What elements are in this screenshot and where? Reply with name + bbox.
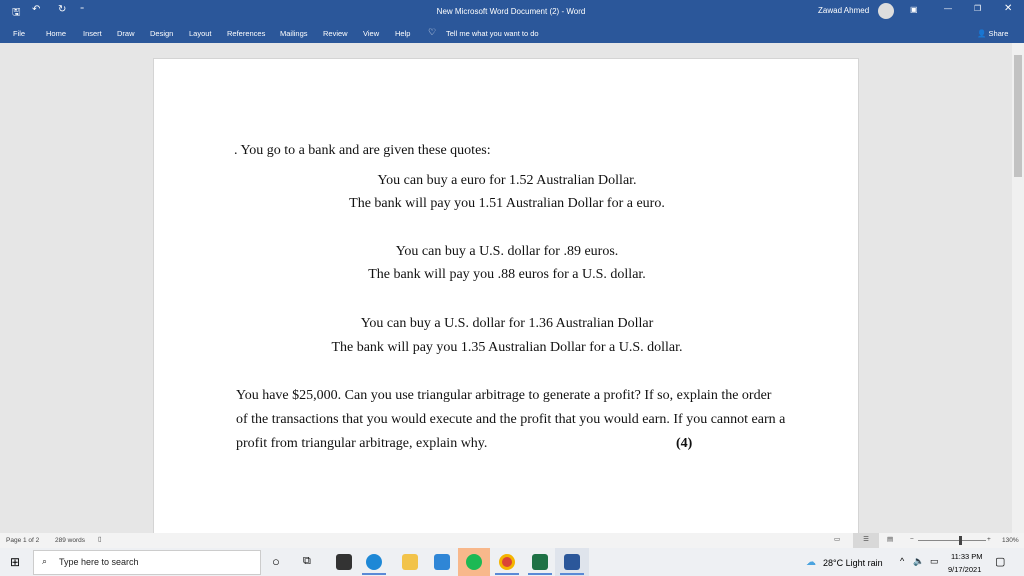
customize-qat-icon[interactable]: ⁼: [80, 5, 84, 14]
document-page[interactable]: . You go to a bank and are given these q…: [153, 58, 859, 533]
network-icon[interactable]: ▭: [930, 556, 939, 567]
close-icon[interactable]: ✕: [1004, 3, 1012, 14]
zoom-level[interactable]: 130%: [1002, 537, 1019, 544]
lightbulb-icon: ♡: [428, 27, 437, 37]
tab-view[interactable]: View: [363, 29, 379, 38]
volume-icon[interactable]: 🔈: [913, 556, 924, 567]
tab-insert[interactable]: Insert: [83, 29, 102, 38]
word-count[interactable]: 289 words: [55, 537, 85, 544]
tab-references[interactable]: References: [227, 29, 265, 38]
weather-icon: ☁: [806, 557, 816, 568]
save-icon[interactable]: 🖫: [12, 5, 21, 22]
share-button[interactable]: 👤 Share: [977, 29, 1008, 38]
quote-line: You can buy a U.S. dollar for 1.36 Austr…: [360, 316, 654, 331]
taskbar-search[interactable]: ⌕ Type here to search: [33, 550, 261, 575]
quote-line: You can buy a euro for 1.52 Australian D…: [377, 173, 637, 188]
print-layout-icon[interactable]: ☰: [853, 533, 879, 548]
proofing-icon[interactable]: ▯: [98, 535, 102, 543]
quote-line: You can buy a U.S. dollar for .89 euros.: [395, 244, 619, 259]
mail-icon[interactable]: [434, 554, 450, 570]
task-view-icon[interactable]: ⧉: [303, 555, 311, 568]
cortana-icon[interactable]: ○: [272, 554, 280, 569]
quote-line: The bank will pay you 1.51 Australian Do…: [349, 196, 665, 211]
ribbon-tabs: File Home Insert Draw Design Layout Refe…: [0, 22, 1024, 43]
edge-icon[interactable]: [366, 554, 382, 570]
web-layout-icon[interactable]: ▤: [887, 535, 893, 543]
share-label: Share: [988, 29, 1009, 38]
zoom-in-button[interactable]: +: [987, 536, 991, 543]
page-count[interactable]: Page 1 of 2: [6, 537, 39, 544]
clock-date[interactable]: 9/17/2021: [948, 565, 981, 574]
quote-line: The bank will pay you .88 euros for a U.…: [368, 267, 646, 282]
tab-home[interactable]: Home: [46, 29, 66, 38]
redo-icon[interactable]: ↻: [58, 4, 66, 15]
tab-help[interactable]: Help: [395, 29, 410, 38]
tab-layout[interactable]: Layout: [189, 29, 212, 38]
tab-mailings[interactable]: Mailings: [280, 29, 308, 38]
quote-line: The bank will pay you 1.35 Australian Do…: [331, 340, 683, 355]
zoom-slider[interactable]: [918, 540, 986, 541]
clock-time[interactable]: 11:33 PM: [951, 552, 983, 561]
zoom-out-button[interactable]: −: [910, 536, 914, 543]
tab-review[interactable]: Review: [323, 29, 348, 38]
ribbon-display-icon[interactable]: ▣: [910, 5, 918, 14]
tell-me-search[interactable]: Tell me what you want to do: [446, 29, 539, 38]
tab-file[interactable]: File: [13, 29, 25, 38]
intro-text: . You go to a bank and are given these q…: [234, 143, 491, 158]
notification-icon[interactable]: ▢: [995, 555, 1005, 568]
minimize-icon[interactable]: —: [944, 4, 952, 13]
undo-icon[interactable]: ↶: [32, 4, 40, 15]
restore-icon[interactable]: ❐: [974, 4, 981, 13]
read-mode-icon[interactable]: ▭: [834, 535, 840, 543]
spotify-icon[interactable]: [466, 554, 482, 570]
user-name[interactable]: Zawad Ahmed: [818, 6, 869, 15]
show-hidden-icons[interactable]: ^: [900, 556, 904, 566]
zoom-slider-thumb[interactable]: [958, 536, 962, 545]
question-line: profit from triangular arbitrage, explai…: [236, 436, 488, 451]
search-icon: ⌕: [42, 556, 48, 566]
tab-design[interactable]: Design: [150, 29, 173, 38]
status-bar: Page 1 of 2 289 words ▯ ▭ ☰ ▤ − + 130%: [0, 533, 1024, 548]
weather-text[interactable]: 28°C Light rain: [823, 558, 883, 568]
marks: (4): [676, 436, 693, 451]
chrome-icon[interactable]: [499, 554, 515, 570]
question-line: of the transactions that you would execu…: [236, 412, 786, 427]
avatar[interactable]: [878, 3, 894, 19]
tab-draw[interactable]: Draw: [117, 29, 135, 38]
title-bar: 🖫 ↶ ↻ ⁼ New Microsoft Word Document (2) …: [0, 0, 1024, 22]
excel-icon[interactable]: [532, 554, 548, 570]
store-icon[interactable]: [336, 554, 352, 570]
word-icon[interactable]: [564, 554, 580, 570]
search-placeholder: Type here to search: [59, 557, 139, 567]
window-title: New Microsoft Word Document (2) - Word: [436, 7, 586, 16]
windows-start-icon[interactable]: ⊞: [10, 555, 20, 569]
question-line: You have $25,000. Can you use triangular…: [236, 388, 772, 403]
scrollbar-thumb[interactable]: [1014, 55, 1022, 177]
file-explorer-icon[interactable]: [402, 554, 418, 570]
